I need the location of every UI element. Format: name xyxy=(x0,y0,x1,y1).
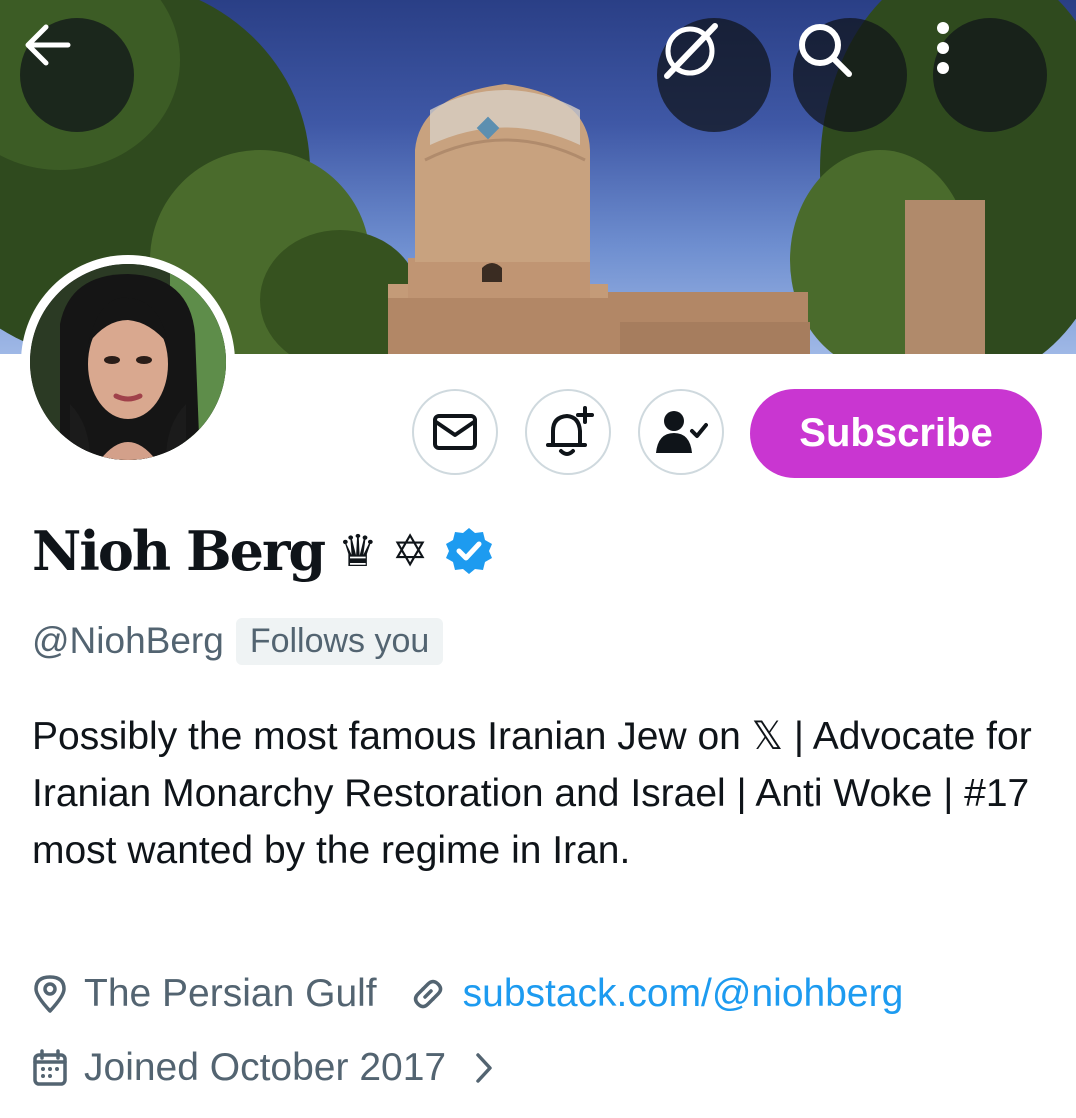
display-name: Nioh Berg xyxy=(32,519,326,583)
verified-badge-icon[interactable] xyxy=(444,526,494,576)
location-pin-icon xyxy=(32,974,68,1014)
notifications-button[interactable] xyxy=(525,389,611,475)
bell-plus-icon xyxy=(546,406,594,456)
grok-button[interactable] xyxy=(657,18,771,132)
follows-you-badge: Follows you xyxy=(235,617,444,665)
name-emojis: ♛ ✡ xyxy=(338,525,429,577)
back-button[interactable] xyxy=(20,18,134,132)
envelope-icon xyxy=(433,414,477,450)
profile-location: The Persian Gulf xyxy=(84,972,377,1015)
calendar-icon xyxy=(32,1049,68,1087)
arrow-left-icon xyxy=(25,24,71,66)
person-check-icon xyxy=(656,411,708,453)
subscribe-label: Subscribe xyxy=(799,411,993,455)
link-icon xyxy=(409,975,447,1013)
message-button[interactable] xyxy=(412,389,498,475)
profile-meta-row: The Persian Gulf substack.com/@niohberg xyxy=(32,968,903,1020)
profile-handle: @NiohBerg xyxy=(32,620,224,661)
following-button[interactable] xyxy=(638,389,724,475)
grok-icon xyxy=(664,23,718,79)
more-button[interactable] xyxy=(933,18,1047,132)
profile-website-link[interactable]: substack.com/@niohberg xyxy=(463,972,904,1016)
profile-bio: Possibly the most famous Iranian Jew on … xyxy=(32,715,1032,872)
avatar[interactable] xyxy=(21,255,235,469)
search-icon xyxy=(799,24,852,77)
joined-row[interactable]: Joined October 2017 xyxy=(32,1042,510,1094)
avatar-image xyxy=(30,264,226,460)
chevron-right-icon xyxy=(474,1051,494,1085)
handle-row: @NiohBerg Follows you xyxy=(32,616,444,666)
more-vertical-icon xyxy=(937,22,949,74)
profile-joined-date: Joined October 2017 xyxy=(84,1046,447,1089)
search-button[interactable] xyxy=(793,18,907,132)
subscribe-button[interactable]: Subscribe xyxy=(750,389,1042,478)
profile-name-row: Nioh Berg ♛ ✡ xyxy=(32,515,494,587)
